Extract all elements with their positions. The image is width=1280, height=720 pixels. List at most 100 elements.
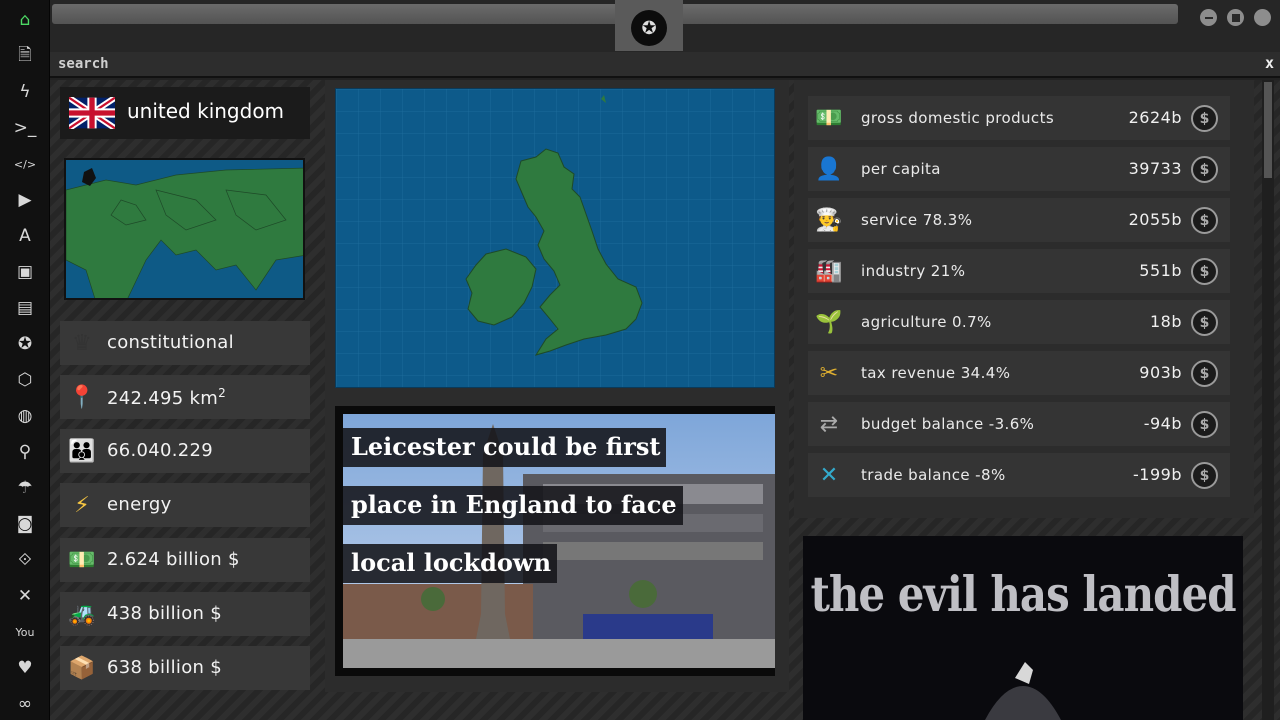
- country-header[interactable]: united kingdom: [60, 87, 310, 139]
- uk-flag-icon: [69, 97, 115, 129]
- indicator-label: trade balance -8%: [861, 466, 1006, 484]
- indicator-agriculture[interactable]: 🌱 agriculture 0.7% 18b $: [808, 300, 1230, 344]
- indicator-trade-balance[interactable]: ✕ trade balance -8% -199b $: [808, 453, 1230, 497]
- scissors-money-icon: ✂: [819, 360, 839, 386]
- document-icon[interactable]: 🗎: [13, 44, 37, 68]
- stat-gdp-value: 2.624 billion $: [107, 549, 240, 570]
- indicator-tax-revenue[interactable]: ✂ tax revenue 34.4% 903b $: [808, 351, 1230, 395]
- factory-icon: 🏭: [815, 258, 843, 284]
- dollar-coin-icon[interactable]: $: [1191, 105, 1218, 132]
- promo-graphic: [985, 662, 1061, 720]
- indicator-label: agriculture 0.7%: [861, 313, 992, 331]
- close-window-button[interactable]: [1254, 9, 1271, 26]
- indicator-value: -199b: [1133, 465, 1182, 484]
- indicator-budget-balance[interactable]: ⇄ budget balance -3.6% -94b $: [808, 402, 1230, 446]
- contact-icon[interactable]: ◙: [13, 512, 37, 536]
- maximize-button[interactable]: [1227, 9, 1244, 26]
- stat-area[interactable]: 📍 242.495 km2: [60, 375, 310, 419]
- stat-population[interactable]: 👪 66.040.229: [60, 429, 310, 473]
- person-icon: 👤: [815, 156, 843, 182]
- stat-primary-sector[interactable]: ⚡ energy: [60, 483, 310, 527]
- stat-gdp[interactable]: 💵 2.624 billion $: [60, 538, 310, 582]
- dollar-coin-icon[interactable]: $: [1191, 309, 1218, 336]
- dollar-coin-icon[interactable]: $: [1191, 360, 1218, 387]
- indicator-gdp[interactable]: 💵 gross domestic products 2624b $: [808, 96, 1230, 140]
- link-icon[interactable]: ⟐: [13, 548, 37, 572]
- headline-line: Leicester could be first: [343, 428, 667, 467]
- app-window: ⌂ 🗎 ϟ >_ </> ▶ A ▣ ▤ ✪ ⬡ ◍ ⚲ ☂ ◙ ⟐ ✕ You ♥ ∞ ✪ search x: [0, 0, 1280, 720]
- promo-banner[interactable]: the evil has landed: [803, 536, 1243, 720]
- people-icon: 👪: [68, 438, 96, 464]
- chef-icon: 👨‍🍳: [815, 207, 843, 233]
- indicator-industry[interactable]: 🏭 industry 21% 551b $: [808, 249, 1230, 293]
- dollar-coin-icon[interactable]: $: [1191, 462, 1218, 489]
- play-icon[interactable]: ▶: [13, 188, 37, 212]
- infinity-icon[interactable]: ∞: [13, 692, 37, 716]
- lightning-icon: ⚡: [74, 492, 90, 518]
- world-minimap[interactable]: [64, 158, 305, 300]
- dollar-coin-icon[interactable]: $: [1191, 411, 1218, 438]
- money-stack-icon: 💵: [68, 547, 96, 573]
- money-stack-icon: 💵: [815, 105, 843, 131]
- uk-map-graphic: [336, 89, 774, 387]
- home-icon[interactable]: ⌂: [13, 8, 37, 32]
- stat-government-type[interactable]: ♛ constitutional: [60, 321, 310, 365]
- search-icon[interactable]: ⚲: [13, 440, 37, 464]
- dollar-coin-icon[interactable]: $: [1191, 207, 1218, 234]
- indicator-label: gross domestic products: [861, 109, 1055, 127]
- indicator-value: 18b: [1149, 312, 1182, 331]
- code-icon[interactable]: </>: [13, 152, 37, 176]
- vertical-scrollbar[interactable]: [1262, 80, 1274, 720]
- indicators-panel: 💵 gross domestic products 2624b $ 👤 per capit…: [794, 80, 1254, 518]
- indicator-label: tax revenue 34.4%: [861, 364, 1011, 382]
- globe-icon[interactable]: ◍: [13, 404, 37, 428]
- stat-exports[interactable]: 📦 638 billion $: [60, 646, 310, 690]
- expand-icon[interactable]: ✕: [13, 584, 37, 608]
- rebel-alliance-icon: ✪: [631, 10, 667, 46]
- search-close-button[interactable]: x: [1265, 54, 1274, 72]
- stat-imports-value: 438 billion $: [107, 603, 223, 624]
- dollar-coin-icon[interactable]: $: [1191, 258, 1218, 285]
- indicator-per-capita[interactable]: 👤 per capita 39733 $: [808, 147, 1230, 191]
- indicator-service[interactable]: 👨‍🍳 service 78.3% 2055b $: [808, 198, 1230, 242]
- indicator-value: -94b: [1143, 414, 1182, 433]
- headline-line: local lockdown: [343, 544, 558, 583]
- indicator-label: per capita: [861, 160, 941, 178]
- indicator-value: 903b: [1139, 363, 1182, 382]
- hexagon-icon[interactable]: ⬡: [13, 368, 37, 392]
- terminal-icon[interactable]: >_: [13, 116, 37, 140]
- lightning-icon[interactable]: ϟ: [13, 80, 37, 104]
- stat-imports[interactable]: 🚜 438 billion $: [60, 592, 310, 636]
- cross-trend-icon: ✕: [819, 462, 839, 488]
- country-name: united kingdom: [127, 99, 285, 123]
- heart-icon[interactable]: ♥: [13, 656, 37, 680]
- stat-exports-value: 638 billion $: [107, 657, 223, 678]
- title-bar: ✪: [50, 0, 1280, 52]
- boxes-icon: 📦: [68, 655, 96, 681]
- dollar-coin-icon[interactable]: $: [1191, 156, 1218, 183]
- minimize-button[interactable]: [1200, 9, 1217, 26]
- arrows-exchange-icon: ⇄: [819, 411, 839, 437]
- search-bar[interactable]: search x: [50, 52, 1280, 78]
- country-column: united kingdom ♛ constitutional 📍 242.495 k…: [50, 80, 321, 720]
- emblem-tab[interactable]: ✪: [615, 0, 683, 51]
- headline-line: place in England to face: [343, 486, 683, 525]
- stat-area-value: 242.495 km2: [107, 386, 227, 409]
- minimap-graphic: [66, 160, 303, 298]
- translate-icon[interactable]: A: [13, 224, 37, 248]
- scrollbar-thumb[interactable]: [1264, 82, 1272, 178]
- umbrella-icon[interactable]: ☂: [13, 476, 37, 500]
- search-label[interactable]: search: [58, 56, 109, 72]
- country-map[interactable]: [335, 88, 775, 388]
- plant-icon: 🌱: [815, 309, 843, 335]
- stat-government-type-value: constitutional: [107, 332, 234, 353]
- indicator-label: budget balance -3.6%: [861, 415, 1035, 433]
- image-icon[interactable]: ▣: [13, 260, 37, 284]
- indicator-value: 551b: [1139, 261, 1182, 280]
- news-card[interactable]: Leicester could be first place in England…: [335, 406, 775, 676]
- newspaper-icon[interactable]: ▤: [13, 296, 37, 320]
- map-news-column: Leicester could be first place in England…: [325, 80, 789, 692]
- indicator-value: 39733: [1128, 159, 1182, 178]
- youtube-icon[interactable]: You: [13, 620, 37, 644]
- rebel-icon[interactable]: ✪: [13, 332, 37, 356]
